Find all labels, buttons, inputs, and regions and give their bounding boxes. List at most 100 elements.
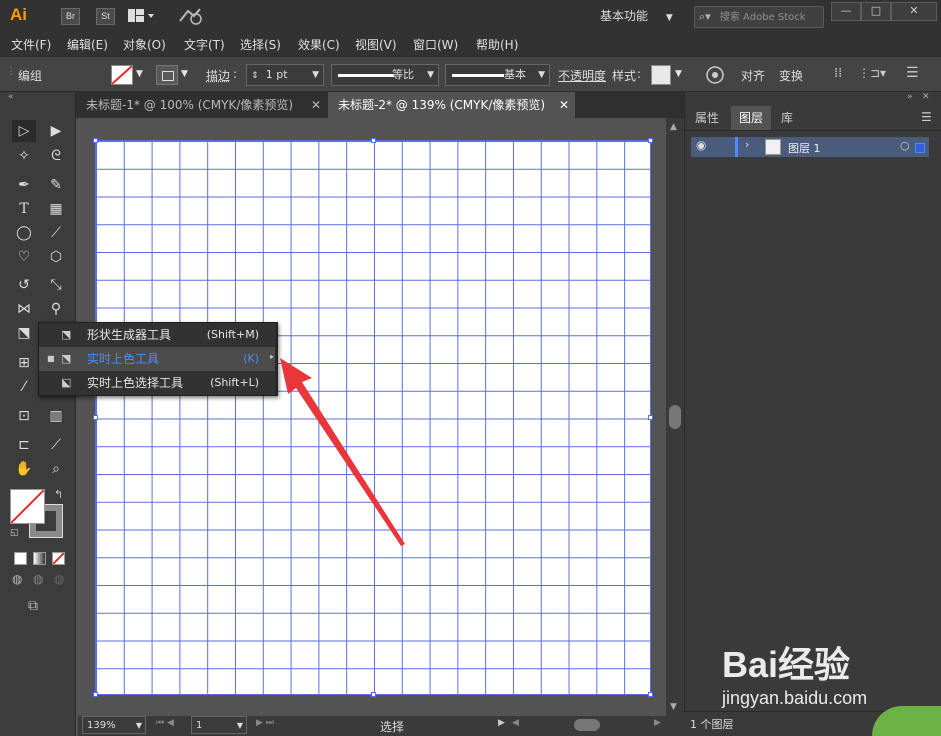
- bounding-handle[interactable]: [93, 692, 98, 697]
- gpu-performance-icon[interactable]: [178, 7, 204, 25]
- symbol-sprayer-icon[interactable]: ⊡: [12, 405, 36, 427]
- stroke-swatch[interactable]: [156, 65, 178, 85]
- scroll-down-icon[interactable]: ▼: [670, 702, 677, 712]
- collapse-icon[interactable]: »: [907, 92, 913, 102]
- magic-wand-icon[interactable]: ✧: [12, 145, 36, 167]
- direct-selection-tool-icon[interactable]: ▶: [44, 120, 68, 142]
- hand-tool-icon[interactable]: ✋: [12, 458, 36, 480]
- menu-window[interactable]: 窗口(W): [413, 36, 458, 53]
- artboard-tool-icon[interactable]: ⊏: [12, 434, 36, 456]
- stock-button[interactable]: St: [96, 8, 115, 25]
- recolor-artwork-icon[interactable]: [706, 66, 724, 84]
- horizontal-scroll-thumb[interactable]: [574, 719, 600, 731]
- bounding-handle[interactable]: [648, 138, 653, 143]
- arrange-icon[interactable]: ⋮⊐▾: [858, 66, 886, 80]
- tab-document-2[interactable]: 未标题-2* @ 139% (CMYK/像素预览) ✕: [328, 92, 575, 118]
- target-icon[interactable]: ○: [900, 139, 910, 152]
- menu-icon[interactable]: ☰: [906, 65, 919, 81]
- ellipse-tool-icon[interactable]: ◯: [12, 222, 36, 244]
- bounding-handle[interactable]: [648, 415, 653, 420]
- variable-width-profile[interactable]: 等比 ▼: [331, 64, 439, 86]
- menu-view[interactable]: 视图(V): [355, 36, 397, 53]
- visibility-eye-icon[interactable]: ◉: [696, 138, 706, 152]
- scroll-up-icon[interactable]: ▲: [670, 122, 677, 132]
- graph-tool-icon[interactable]: ▥: [44, 405, 68, 427]
- bounding-handle[interactable]: [371, 138, 376, 143]
- fill-color-box[interactable]: [10, 489, 45, 524]
- scale-tool-icon[interactable]: ⤡: [44, 274, 68, 296]
- shape-builder-menu-item[interactable]: ⬔ 形状生成器工具 (Shift+M): [39, 323, 275, 347]
- scroll-left-icon[interactable]: ◀: [512, 718, 519, 728]
- lasso-icon[interactable]: ᘓ: [44, 145, 68, 167]
- live-paint-bucket-menu-item[interactable]: ■ ⬔ 实时上色工具 (K): [39, 347, 275, 371]
- maximize-button[interactable]: □: [861, 2, 891, 21]
- draw-inside-icon[interactable]: ◍: [54, 572, 64, 586]
- tab-layers[interactable]: 图层: [731, 106, 772, 130]
- next-artboard-icon[interactable]: ▶ ⏭: [256, 718, 274, 728]
- close-icon[interactable]: ✕: [311, 92, 321, 118]
- minimize-button[interactable]: —: [831, 2, 861, 21]
- grid-tool-icon[interactable]: ▦: [44, 198, 68, 220]
- menu-effect[interactable]: 效果(C): [298, 36, 340, 53]
- swap-colors-icon[interactable]: ↰: [54, 488, 63, 501]
- graphic-style-swatch[interactable]: [651, 65, 671, 85]
- type-tool-icon[interactable]: T: [12, 198, 36, 220]
- stroke-label[interactable]: 描边: [206, 67, 230, 84]
- color-mode-icon[interactable]: [14, 552, 27, 565]
- brush-definition[interactable]: 基本 ▼: [445, 64, 550, 86]
- selection-indicator[interactable]: [915, 143, 925, 153]
- slice-tool-icon[interactable]: ⟋: [44, 434, 68, 456]
- workspace-switcher[interactable]: 基本功能 ▼: [600, 6, 673, 26]
- draw-normal-icon[interactable]: ◍: [12, 572, 22, 586]
- chevron-down-icon[interactable]: ▼: [181, 69, 188, 79]
- fill-swatch[interactable]: [111, 65, 133, 85]
- transform-button[interactable]: 变换: [779, 67, 803, 84]
- gradient-mode-icon[interactable]: [33, 552, 46, 565]
- width-tool-icon[interactable]: ⋈: [12, 298, 36, 320]
- selection-tool-icon[interactable]: ▷: [12, 120, 36, 142]
- pen-tool-icon[interactable]: ✒: [12, 174, 36, 196]
- artboard-number-field[interactable]: 1 ▼: [191, 716, 247, 734]
- puppet-warp-icon[interactable]: ⚲: [44, 298, 68, 320]
- draw-behind-icon[interactable]: ◍: [33, 572, 43, 586]
- vertical-scrollbar[interactable]: ▲ ▼: [666, 118, 684, 716]
- default-colors-icon[interactable]: ◱: [10, 528, 19, 538]
- panel-menu-icon[interactable]: ☰: [921, 110, 932, 124]
- collapse-icon[interactable]: «: [8, 92, 14, 102]
- mesh-tool-icon[interactable]: ⊞: [12, 352, 36, 374]
- tab-document-1[interactable]: 未标题-1* @ 100% (CMYK/像素预览) ✕: [76, 92, 327, 118]
- bounding-handle[interactable]: [93, 415, 98, 420]
- eraser-icon[interactable]: ⬡: [44, 246, 68, 268]
- close-window-button[interactable]: ✕: [891, 2, 937, 21]
- shape-builder-tool-icon[interactable]: ⬔: [12, 322, 36, 344]
- bounding-handle[interactable]: [648, 692, 653, 697]
- zoom-tool-icon[interactable]: ⌕: [44, 458, 68, 480]
- layer-name[interactable]: 图层 1: [788, 140, 821, 156]
- stock-search-input[interactable]: ⌕▾ 搜索 Adobe Stock: [694, 6, 824, 28]
- menu-file[interactable]: 文件(F): [11, 36, 51, 53]
- none-mode-icon[interactable]: [52, 552, 65, 565]
- curvature-tool-icon[interactable]: ✎: [44, 174, 68, 196]
- arrange-documents-icon[interactable]: [128, 9, 154, 22]
- menu-object[interactable]: 对象(O): [123, 36, 166, 53]
- chevron-down-icon[interactable]: ▼: [675, 69, 682, 79]
- bridge-button[interactable]: Br: [61, 8, 80, 25]
- align-button[interactable]: 对齐: [741, 67, 765, 84]
- scroll-thumb[interactable]: [669, 405, 681, 429]
- opacity-link[interactable]: 不透明度: [558, 67, 606, 84]
- stepper-icon[interactable]: ⇕: [251, 71, 259, 81]
- screen-mode-icon[interactable]: ⧉: [28, 598, 38, 614]
- shaper-tool-icon[interactable]: ♡: [12, 246, 36, 268]
- layer-row[interactable]: ◉ › 图层 1 ○: [691, 137, 929, 157]
- menu-type[interactable]: 文字(T): [184, 36, 225, 53]
- rotate-tool-icon[interactable]: ↺: [12, 274, 36, 296]
- chevron-down-icon[interactable]: ▼: [136, 69, 143, 79]
- close-icon[interactable]: ✕: [922, 92, 930, 102]
- close-icon[interactable]: ✕: [559, 92, 569, 118]
- scroll-right-icon[interactable]: ▶: [654, 718, 661, 728]
- menu-select[interactable]: 选择(S): [240, 36, 281, 53]
- first-artboard-icon[interactable]: ⏮ ◀: [156, 718, 174, 728]
- status-menu-icon[interactable]: ▶: [498, 718, 505, 728]
- expand-arrow-icon[interactable]: ›: [745, 138, 749, 151]
- tab-libraries[interactable]: 库: [773, 106, 801, 130]
